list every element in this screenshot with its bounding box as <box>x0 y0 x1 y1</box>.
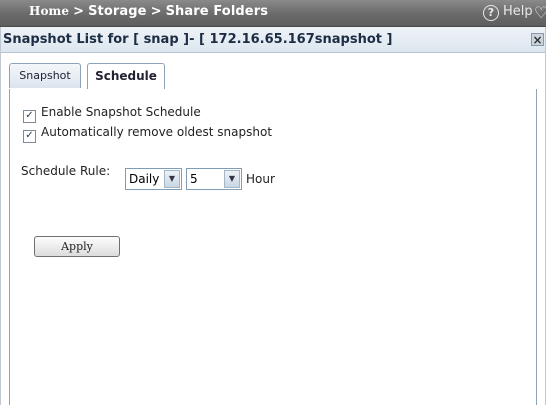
hour-unit-label: Hour <box>246 172 275 186</box>
chevron-down-icon: ▼ <box>164 170 180 188</box>
snapshot-dialog: Snapshot List for [ snap ]- [ 172.16.65.… <box>0 27 546 405</box>
frequency-value: Daily <box>129 172 160 186</box>
dialog-title: Snapshot List for [ snap ]- [ 172.16.65.… <box>3 32 393 47</box>
apply-button[interactable]: Apply <box>34 236 120 257</box>
help-label: Help <box>503 4 533 19</box>
auto-remove-label: Automatically remove oldest snapshot <box>41 125 273 139</box>
tab-schedule[interactable]: Schedule <box>87 63 165 90</box>
enable-schedule-checkbox[interactable]: ✓ <box>23 110 36 123</box>
tab-snapshot[interactable]: Snapshot <box>9 63 81 88</box>
breadcrumb-home[interactable]: Home <box>29 4 69 18</box>
top-bar: Home > Storage > Share Folders ? Help ♡ <box>0 0 546 27</box>
auto-remove-checkbox[interactable]: ✓ <box>23 130 36 143</box>
schedule-panel: ✓ Enable Snapshot Schedule ✓ Automatically… <box>9 89 537 405</box>
breadcrumb-share-folders: Share Folders <box>165 4 269 19</box>
help-button[interactable]: ? Help <box>483 4 533 21</box>
dialog-titlebar: Snapshot List for [ snap ]- [ 172.16.65.… <box>1 27 545 53</box>
enable-schedule-row: ✓ Enable Snapshot Schedule <box>23 105 201 123</box>
close-button[interactable]: × <box>531 33 544 47</box>
help-icon: ? <box>483 5 499 21</box>
enable-schedule-label: Enable Snapshot Schedule <box>41 105 201 119</box>
breadcrumb-separator: > <box>73 4 85 19</box>
auto-remove-row: ✓ Automatically remove oldest snapshot <box>23 125 272 143</box>
breadcrumb: Home > Storage > Share Folders <box>29 4 268 19</box>
hour-value: 5 <box>190 172 198 186</box>
heart-icon[interactable]: ♡ <box>534 3 546 22</box>
breadcrumb-separator: > <box>150 4 162 19</box>
schedule-rule-label: Schedule Rule: <box>21 164 111 178</box>
chevron-down-icon: ▼ <box>224 170 240 188</box>
tab-strip: Snapshot Schedule <box>9 63 537 90</box>
hour-select[interactable]: 5 ▼ <box>186 168 242 190</box>
breadcrumb-storage[interactable]: Storage <box>88 4 147 19</box>
frequency-select[interactable]: Daily ▼ <box>125 168 182 190</box>
